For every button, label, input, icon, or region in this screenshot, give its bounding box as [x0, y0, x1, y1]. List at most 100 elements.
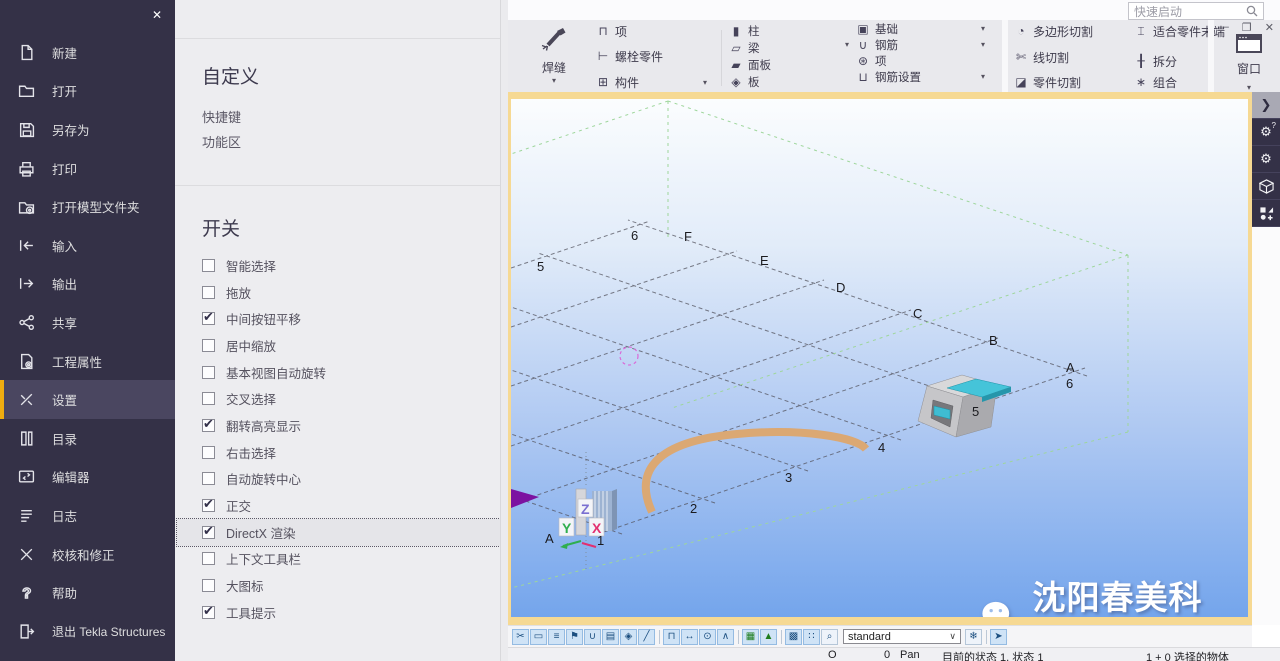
chevron-down-icon[interactable]: ▾ — [526, 76, 582, 85]
ribbon-window-button[interactable]: 窗口 ▾ — [1218, 20, 1280, 95]
sidebar-item-import[interactable]: 输入 — [0, 226, 175, 265]
ribbon-rebar-item[interactable]: ⊛项 — [856, 53, 887, 69]
snap-endpoint-button[interactable]: ↔ — [681, 629, 698, 645]
ribbon-polygon-cut[interactable]: ◔多边形切割 — [1014, 23, 1093, 39]
checkbox[interactable] — [202, 472, 215, 485]
snap-midpoint-button[interactable]: ⊙ — [699, 629, 716, 645]
select-rebar-button[interactable]: ∪ — [584, 629, 601, 645]
sidebar-item-export[interactable]: 输出 — [0, 265, 175, 304]
purple-part[interactable] — [511, 489, 539, 508]
ribbon-weld-button[interactable]: 焊缝 ▾ — [526, 24, 582, 85]
chevron-down-icon[interactable]: ▾ — [981, 24, 985, 33]
snap-grid-toggle[interactable]: ▦ — [742, 629, 759, 645]
snap-angle-button[interactable]: ∧ — [717, 629, 734, 645]
checkbox[interactable] — [202, 579, 215, 592]
sidebar-item-settings[interactable]: 设置 — [0, 380, 175, 419]
sidebar-item-help[interactable]: ? 帮助 — [0, 573, 175, 612]
ribbon-beam[interactable]: ▱梁 — [729, 40, 760, 56]
switch-large-icons[interactable]: 大图标 — [202, 572, 494, 599]
checkbox[interactable] — [202, 286, 215, 299]
panel-splitter[interactable] — [500, 0, 508, 661]
ribbon-assembly[interactable]: ⊞构件 — [596, 74, 639, 90]
switch-directx-rendering[interactable]: DirectX 渲染 — [177, 519, 508, 546]
ribbon-link[interactable]: 功能区 — [202, 132, 241, 151]
checkbox[interactable] — [202, 499, 215, 512]
checkbox[interactable] — [202, 339, 215, 352]
zoom-snap-button[interactable]: ⌕ — [821, 629, 838, 645]
snap-override-button[interactable]: ❄ — [965, 629, 982, 645]
select-filter-button[interactable]: ≡ — [548, 629, 565, 645]
sidebar-item-share[interactable]: 共享 — [0, 303, 175, 342]
switch-right-click-select[interactable]: 右击选择 — [202, 439, 494, 466]
expand-side-pane-button[interactable]: ❯ — [1252, 92, 1280, 119]
checkbox[interactable] — [202, 552, 215, 565]
ribbon-part-cut[interactable]: ◪零件切割 — [1014, 74, 1081, 90]
checkbox[interactable] — [202, 366, 215, 379]
switch-middle-button-pan[interactable]: 中间按钮平移 — [202, 305, 494, 332]
snap-settings-dropdown[interactable]: standard ∨ — [843, 629, 961, 644]
switch-auto-rotate-basic-view[interactable]: 基本视图自动旋转 — [202, 359, 494, 386]
sidebar-item-save-as[interactable]: 另存为 — [0, 110, 175, 149]
cube-button[interactable] — [1252, 173, 1280, 200]
checkbox[interactable] — [202, 259, 215, 272]
ribbon-line-cut[interactable]: ✄线切割 — [1014, 49, 1069, 65]
curved-beam[interactable] — [646, 432, 866, 512]
sidebar-item-exit[interactable]: 退出 Tekla Structures — [0, 612, 175, 651]
chevron-down-icon[interactable]: ▾ — [981, 40, 985, 49]
select-panel-button[interactable]: ▤ — [602, 629, 619, 645]
sidebar-item-open-model-folder[interactable]: 打开模型文件夹 — [0, 187, 175, 226]
sidebar-item-check-repair[interactable]: 校核和修正 — [0, 535, 175, 574]
chevron-down-icon[interactable]: ▾ — [981, 72, 985, 81]
switch-tooltips[interactable]: 工具提示 — [202, 599, 494, 626]
sidebar-item-project-properties[interactable]: 工程属性 — [0, 342, 175, 381]
model-view-3d[interactable]: Z Y X F E D C B A 1 2 3 4 5 6 5 6 A — [511, 99, 1248, 617]
snap-points-toggle[interactable]: ▲ — [760, 629, 777, 645]
select-area-button[interactable]: ▭ — [530, 629, 547, 645]
ribbon-rebar-settings[interactable]: ⊔钢筋设置 — [856, 69, 921, 85]
settings-gear-button[interactable]: ⚙ — [1252, 146, 1280, 173]
chevron-down-icon[interactable]: ▾ — [845, 40, 849, 49]
sidebar-item-print[interactable]: 打印 — [0, 149, 175, 188]
select-plate-button[interactable]: ◈ — [620, 629, 637, 645]
switch-crossing-select[interactable]: 交叉选择 — [202, 385, 494, 412]
switch-contextual-toolbar[interactable]: 上下文工具栏 — [202, 546, 494, 573]
snap-frame-button[interactable]: ⊓ — [663, 629, 680, 645]
sidebar-item-open[interactable]: 打开 — [0, 72, 175, 111]
switch-smart-select[interactable]: 智能选择 — [202, 252, 494, 279]
chevron-down-icon[interactable]: ▾ — [703, 78, 707, 87]
switch-centered-zoom[interactable]: 居中缩放 — [202, 332, 494, 359]
close-icon[interactable]: ✕ — [152, 8, 162, 22]
quick-launch-search[interactable]: 快速启动 — [1128, 2, 1264, 20]
ribbon-combine[interactable]: ∗组合 — [1134, 74, 1177, 90]
switch-ortho[interactable]: 正交 — [202, 492, 494, 519]
checkbox[interactable] — [202, 419, 215, 432]
ribbon-slab[interactable]: ◈板 — [729, 74, 760, 90]
ribbon-footing[interactable]: ▣基础 — [856, 21, 898, 37]
checkbox[interactable] — [202, 312, 215, 325]
ribbon-column[interactable]: ▮柱 — [729, 23, 760, 39]
switch-drag-drop[interactable]: 拖放 — [202, 279, 494, 306]
checkbox[interactable] — [202, 392, 215, 405]
checkbox[interactable] — [202, 606, 215, 619]
sidebar-item-logs[interactable]: 日志 — [0, 496, 175, 535]
components-button[interactable] — [1252, 200, 1280, 227]
select-line-button[interactable]: ╱ — [638, 629, 655, 645]
switch-rollover-highlight[interactable]: 翻转高亮显示 — [202, 412, 494, 439]
checkbox[interactable] — [202, 526, 215, 539]
sidebar-item-new[interactable]: 新建 — [0, 33, 175, 72]
switch-auto-rotation-center[interactable]: 自动旋转中心 — [202, 466, 494, 493]
cursor-tool-button[interactable]: ➤ — [990, 629, 1007, 645]
ribbon-rebar[interactable]: ∪钢筋 — [856, 37, 898, 53]
grid-snap-button[interactable]: ▩ — [785, 629, 802, 645]
ribbon-item-steel[interactable]: ⊓项 — [596, 23, 627, 39]
cut-tool-button[interactable]: ✂ — [512, 629, 529, 645]
gear-question-button[interactable]: ⚙ ? — [1252, 119, 1280, 146]
reference-snap-button[interactable]: ∷ — [803, 629, 820, 645]
select-flag-button[interactable]: ⚑ — [566, 629, 583, 645]
sidebar-item-catalog[interactable]: 目录 — [0, 419, 175, 458]
ribbon-bolt-part[interactable]: ⊢螺栓零件 — [596, 48, 663, 64]
ribbon-panel[interactable]: ▰面板 — [729, 57, 771, 73]
sidebar-item-editors[interactable]: 编辑器 — [0, 458, 175, 497]
chevron-down-icon[interactable]: ▾ — [1247, 83, 1251, 92]
shortcuts-link[interactable]: 快捷键 — [202, 107, 241, 126]
